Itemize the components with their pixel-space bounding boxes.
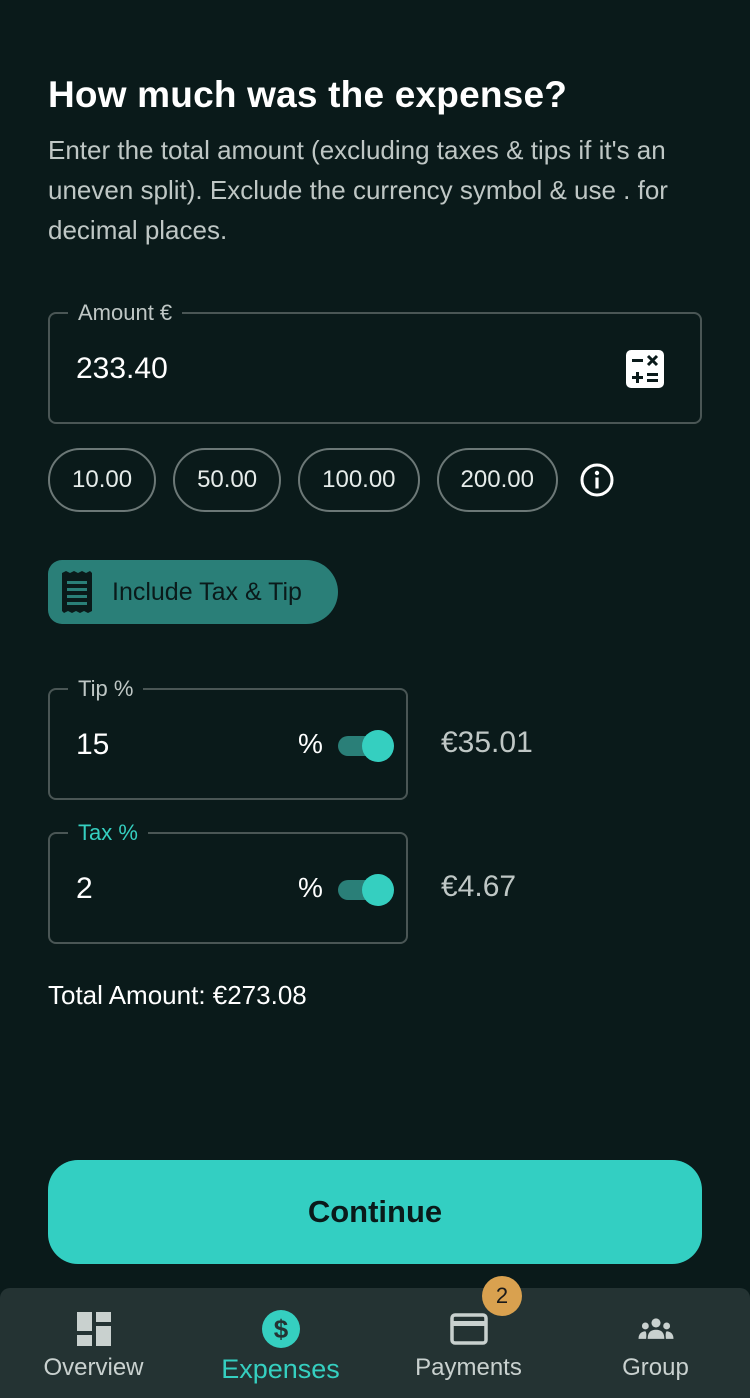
- svg-text:$: $: [273, 1314, 288, 1344]
- tip-field[interactable]: Tip % 15 %: [48, 675, 408, 800]
- tip-percent-unit: %: [298, 728, 323, 759]
- calculator-icon[interactable]: [626, 350, 664, 388]
- include-tax-tip-label: Include Tax & Tip: [112, 577, 302, 606]
- tip-value[interactable]: 15: [76, 728, 109, 762]
- nav-label-overview: Overview: [43, 1354, 144, 1381]
- tip-label: Tip %: [68, 675, 144, 703]
- group-icon: [638, 1318, 673, 1339]
- bottom-navigation: Overview $ Expenses Payments Group: [0, 1288, 750, 1398]
- include-tax-tip-toggle[interactable]: Include Tax & Tip: [48, 560, 338, 624]
- tax-label: Tax %: [68, 819, 148, 847]
- dashboard-icon: [76, 1312, 111, 1346]
- tax-computed-amount: €4.67: [441, 870, 517, 903]
- tip-computed-amount: €35.01: [441, 726, 533, 759]
- tip-switch[interactable]: [336, 730, 396, 762]
- amount-field[interactable]: Amount € 233.40: [48, 299, 702, 424]
- quick-amounts: 10.00 50.00 100.00 200.00: [48, 448, 615, 512]
- amount-label: Amount €: [68, 299, 183, 327]
- page-subtitle: Enter the total amount (excluding taxes …: [48, 135, 668, 245]
- info-icon[interactable]: [579, 462, 615, 498]
- receipt-icon: [62, 571, 92, 613]
- nav-label-payments: Payments: [415, 1354, 522, 1381]
- tax-field[interactable]: Tax % 2 %: [48, 819, 408, 944]
- nav-item-overview[interactable]: Overview: [0, 1288, 187, 1398]
- tax-percent-unit: %: [298, 872, 323, 903]
- nav-label-expenses: Expenses: [221, 1354, 340, 1384]
- amount-value[interactable]: 233.40: [76, 352, 168, 386]
- quick-amount-chip[interactable]: 100.00: [298, 448, 420, 512]
- nav-item-group[interactable]: Group: [562, 1288, 749, 1398]
- tax-value[interactable]: 2: [76, 872, 93, 906]
- page-title: How much was the expense?: [48, 74, 568, 115]
- continue-button[interactable]: Continue: [48, 1160, 702, 1264]
- nav-label-group: Group: [622, 1354, 689, 1381]
- payments-badge: 2: [482, 1276, 522, 1316]
- card-icon: [449, 1313, 488, 1345]
- total-amount: Total Amount: €273.08: [48, 980, 307, 1010]
- tax-switch[interactable]: [336, 874, 396, 906]
- nav-item-payments[interactable]: Payments: [375, 1288, 562, 1398]
- quick-amount-chip[interactable]: 50.00: [173, 448, 282, 512]
- quick-amount-chip[interactable]: 10.00: [48, 448, 157, 512]
- nav-item-expenses[interactable]: $ Expenses: [187, 1288, 374, 1398]
- dollar-icon: $: [261, 1310, 300, 1348]
- quick-amount-chip[interactable]: 200.00: [436, 448, 558, 512]
